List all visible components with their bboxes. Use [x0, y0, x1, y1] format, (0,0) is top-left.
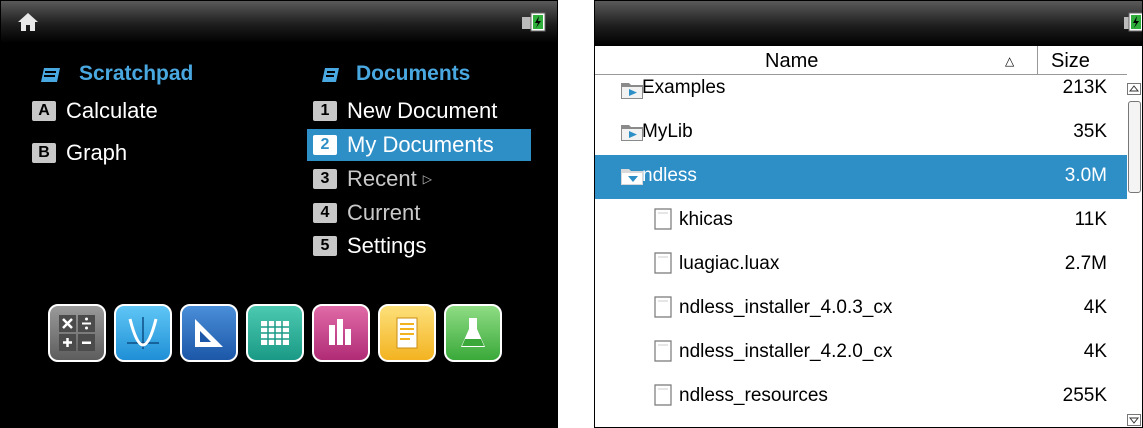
scratchpad-icon: [41, 68, 60, 82]
file-name: ndless: [642, 165, 697, 186]
keycap-b: B: [32, 143, 56, 163]
document-icon: [654, 340, 672, 362]
menu-item-label: My Documents: [347, 132, 494, 157]
file-size: 35K: [1073, 121, 1107, 142]
app-icon-bar: [48, 304, 502, 362]
file-row-ndless-resources[interactable]: ndless_resources 255K: [595, 375, 1127, 419]
calculator-app-icon[interactable]: [48, 304, 106, 362]
document-icon: [654, 384, 672, 406]
file-row-ndless[interactable]: ndless 3.0M: [595, 155, 1127, 199]
home-icon[interactable]: [17, 11, 39, 33]
menu-item-my-documents[interactable]: 2 My Documents: [307, 129, 531, 161]
menu-item-recent[interactable]: 3 Recent ▷: [307, 163, 529, 195]
file-row-luagiac[interactable]: luagiac.luax 2.7M: [595, 243, 1127, 287]
keycap-1: 1: [313, 101, 337, 121]
battery-icon: [1124, 12, 1142, 32]
documents-icon: [322, 68, 339, 82]
menu-item-current[interactable]: 4 Current: [307, 197, 529, 229]
file-row-examples[interactable]: Examples 213K: [595, 67, 1127, 111]
file-row-mylib[interactable]: MyLib 35K: [595, 111, 1127, 155]
scrollbar-thumb[interactable]: [1128, 101, 1141, 193]
menu-item-label: Settings: [347, 233, 427, 258]
document-icon: [654, 296, 672, 318]
file-size: 4K: [1083, 297, 1107, 318]
file-size: 255K: [1062, 385, 1107, 406]
top-bar: [595, 1, 1142, 46]
file-size: 2.7M: [1064, 253, 1107, 274]
keycap-2: 2: [313, 135, 337, 155]
menu-item-label: Graph: [66, 140, 128, 165]
data-statistics-app-icon[interactable]: [312, 304, 370, 362]
file-name: luagiac.luax: [679, 253, 780, 274]
document-icon: [654, 208, 672, 230]
file-name: Examples: [642, 77, 726, 98]
document-icon: [654, 252, 672, 274]
battery-icon: [522, 12, 546, 32]
file-name: MyLib: [642, 121, 693, 142]
scratchpad-title: Scratchpad: [79, 62, 194, 85]
submenu-arrow-icon: ▷: [422, 172, 432, 186]
file-row-ndless-installer-403[interactable]: ndless_installer_4.0.3_cx 4K: [595, 287, 1127, 331]
menu-item-label: Recent: [347, 166, 417, 191]
home-screen: Scratchpad A Calculate B Graph Documents…: [0, 0, 558, 428]
menu-item-graph[interactable]: B Graph: [32, 137, 127, 169]
file-name: ndless_resources: [679, 385, 828, 406]
file-size: 3.0M: [1064, 165, 1107, 186]
menu-item-label: Current: [347, 200, 421, 225]
sort-ascending-icon[interactable]: △: [1005, 54, 1014, 68]
lists-spreadsheet-app-icon[interactable]: [246, 304, 304, 362]
documents-title: Documents: [356, 62, 471, 85]
file-size: 11K: [1074, 209, 1107, 230]
menu-item-new-document[interactable]: 1 New Document: [307, 95, 529, 127]
geometry-app-icon[interactable]: [180, 304, 238, 362]
keycap-3: 3: [313, 169, 337, 189]
keycap-5: 5: [313, 236, 337, 256]
scroll-down-icon[interactable]: [1127, 414, 1141, 426]
scrollbar[interactable]: [1127, 81, 1141, 427]
file-name: ndless_installer_4.0.3_cx: [679, 297, 893, 318]
file-row-ndless-installer-420[interactable]: ndless_installer_4.2.0_cx 4K: [595, 331, 1127, 375]
folder-open-icon: [621, 169, 643, 185]
menu-item-calculate[interactable]: A Calculate: [32, 95, 158, 127]
menu-item-label: New Document: [347, 98, 498, 123]
file-name: ndless_installer_4.2.0_cx: [679, 341, 893, 362]
file-size: 213K: [1062, 77, 1107, 98]
notes-app-icon[interactable]: [378, 304, 436, 362]
file-browser: Name △ Size Examples 213K MyLib 35K ndle…: [594, 0, 1143, 428]
file-name: khicas: [679, 209, 733, 230]
menu-item-settings[interactable]: 5 Settings: [307, 230, 529, 262]
folder-icon: [621, 83, 643, 99]
keycap-4: 4: [313, 203, 337, 223]
top-bar: [1, 1, 557, 43]
graphs-app-icon[interactable]: [114, 304, 172, 362]
vernier-dataquest-app-icon[interactable]: [444, 304, 502, 362]
file-size: 4K: [1083, 341, 1107, 362]
menu-item-label: Calculate: [66, 98, 158, 123]
file-row-khicas[interactable]: khicas 11K: [595, 199, 1127, 243]
folder-icon: [621, 125, 643, 141]
scroll-up-icon[interactable]: [1127, 83, 1141, 95]
keycap-a: A: [32, 101, 56, 121]
